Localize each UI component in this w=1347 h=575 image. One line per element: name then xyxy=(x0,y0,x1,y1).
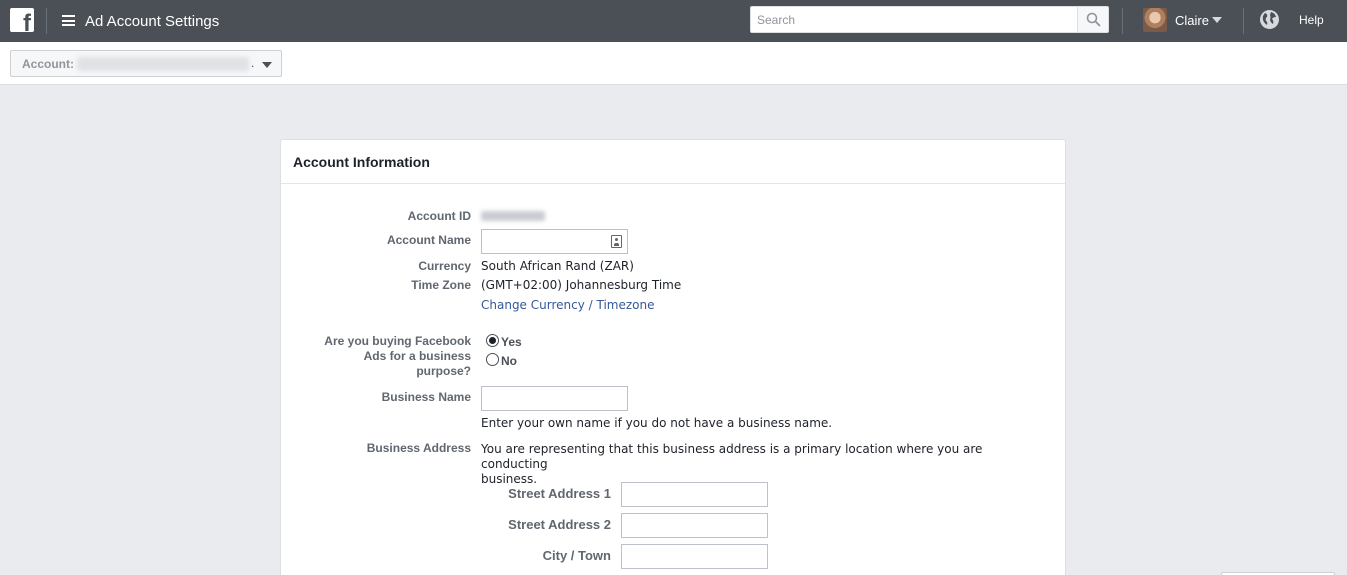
avatar[interactable] xyxy=(1143,8,1167,32)
app-title: Ad Account Settings xyxy=(85,13,220,30)
street-address-2-label: Street Address 2 xyxy=(508,517,611,532)
account-name-blurred xyxy=(77,57,249,71)
panel-title: Account Information xyxy=(293,154,430,170)
user-name[interactable]: Claire xyxy=(1175,13,1209,28)
divider xyxy=(1122,8,1123,34)
account-suffix: . xyxy=(251,56,255,70)
account-information-panel: Account Information Account ID Account N… xyxy=(280,139,1066,575)
street-address-1-input[interactable] xyxy=(621,482,768,507)
divider xyxy=(1243,8,1244,34)
business-purpose-label: Are you buying Facebook Ads for a busine… xyxy=(324,334,471,378)
top-bar: f Ad Account Settings Claire Help xyxy=(0,0,1347,42)
radio-yes-label[interactable]: Yes xyxy=(501,335,522,349)
account-id-label: Account ID xyxy=(407,209,471,223)
caret-down-icon[interactable] xyxy=(262,62,272,68)
currency-label: Currency xyxy=(418,259,471,273)
timezone-label: Time Zone xyxy=(411,278,471,292)
hamburger-menu-icon[interactable] xyxy=(62,15,75,26)
business-address-label: Business Address xyxy=(366,441,471,455)
change-currency-timezone-link[interactable]: Change Currency / Timezone xyxy=(481,298,655,312)
radio-no-label[interactable]: No xyxy=(501,354,517,368)
search-input[interactable] xyxy=(750,6,1078,33)
radio-yes[interactable] xyxy=(486,334,499,347)
currency-value: South African Rand (ZAR) xyxy=(481,259,634,273)
city-town-label: City / Town xyxy=(542,548,611,563)
account-name-input[interactable] xyxy=(481,229,628,254)
divider xyxy=(46,8,47,34)
street-address-2-input[interactable] xyxy=(621,513,768,538)
search-icon xyxy=(1086,12,1101,27)
help-link[interactable]: Help xyxy=(1299,13,1324,27)
account-bar: Account: . xyxy=(0,42,1347,85)
caret-down-icon[interactable] xyxy=(1212,17,1222,23)
timezone-value: (GMT+02:00) Johannesburg Time xyxy=(481,278,682,292)
contact-card-icon[interactable] xyxy=(611,235,622,248)
facebook-logo-icon[interactable]: f xyxy=(10,8,34,32)
search-button[interactable] xyxy=(1077,6,1109,33)
street-address-1-label: Street Address 1 xyxy=(508,486,611,501)
business-name-hint: Enter your own name if you do not have a… xyxy=(481,416,833,430)
business-name-input[interactable] xyxy=(481,386,628,411)
city-town-input[interactable] xyxy=(621,544,768,569)
radio-no[interactable] xyxy=(486,353,499,366)
account-label: Account: xyxy=(22,57,74,71)
business-address-note: You are representing that this business … xyxy=(481,442,983,486)
account-id-value-blurred xyxy=(481,211,545,221)
divider xyxy=(281,183,1065,184)
account-selector[interactable]: Account: . xyxy=(10,50,282,77)
business-name-label: Business Name xyxy=(381,390,471,404)
account-name-label: Account Name xyxy=(386,233,471,247)
globe-icon[interactable] xyxy=(1259,9,1280,30)
